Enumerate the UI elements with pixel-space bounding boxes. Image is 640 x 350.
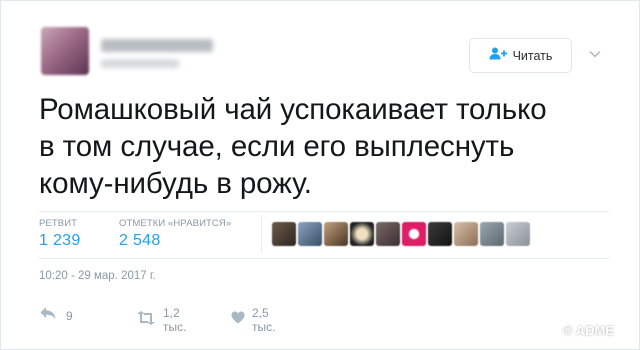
- liker-avatar[interactable]: [506, 222, 530, 246]
- author-name-blurred[interactable]: [101, 39, 213, 52]
- reply-icon: [39, 306, 57, 325]
- tweet-card: Читать Ромашковый чай успокаивает только…: [0, 0, 640, 350]
- tweet-timestamp[interactable]: 10:20 - 29 мар. 2017 г.: [39, 270, 156, 282]
- reply-count: 9: [66, 308, 73, 323]
- liker-avatar[interactable]: [298, 222, 322, 246]
- likes-stat[interactable]: ОТМЕТКИ «НРАВИТСЯ» 2 548: [119, 218, 231, 250]
- user-plus-icon: [489, 47, 507, 65]
- liker-avatar[interactable]: [402, 222, 426, 246]
- retweet-action[interactable]: 1,2 тыс.: [136, 306, 186, 334]
- chevron-down-icon[interactable]: [585, 46, 605, 62]
- liker-avatar[interactable]: [376, 222, 400, 246]
- retweet-icon: [136, 310, 156, 330]
- stats-separator: [261, 215, 262, 253]
- liker-avatar[interactable]: [480, 222, 504, 246]
- like-action[interactable]: 2,5 тыс.: [231, 306, 275, 334]
- retweets-label: РЕТВИТ: [39, 218, 78, 229]
- follow-button[interactable]: Читать: [469, 38, 572, 73]
- liker-avatar[interactable]: [350, 222, 374, 246]
- likes-count: 2 548: [119, 232, 161, 249]
- retweets-stat[interactable]: РЕТВИТ 1 239: [39, 218, 81, 250]
- divider: [39, 211, 609, 212]
- heart-icon: [231, 311, 245, 329]
- watermark: © ADME: [563, 323, 614, 338]
- retweet-count: 1,2 тыс.: [163, 306, 187, 334]
- reply-action[interactable]: 9: [39, 306, 73, 325]
- retweets-count: 1 239: [39, 232, 81, 249]
- follow-button-label: Читать: [512, 48, 553, 63]
- liker-avatar[interactable]: [272, 222, 296, 246]
- liker-avatar[interactable]: [324, 222, 348, 246]
- like-count: 2,5 тыс.: [252, 306, 276, 334]
- author-handle-blurred: [101, 59, 179, 68]
- tweet-text-line: в том случае, если его выплеснуть: [39, 130, 515, 163]
- tweet-text-line: кому-нибудь в рожу.: [39, 167, 312, 200]
- likes-label: ОТМЕТКИ «НРАВИТСЯ»: [119, 218, 232, 229]
- liker-avatars: [272, 222, 530, 246]
- liker-avatar[interactable]: [454, 222, 478, 246]
- liker-avatar[interactable]: [428, 222, 452, 246]
- tweet-text: Ромашковый чай успокаивает только в том …: [39, 91, 619, 202]
- divider: [39, 258, 609, 259]
- tweet-text-line: Ромашковый чай успокаивает только: [39, 93, 547, 126]
- avatar[interactable]: [41, 27, 89, 75]
